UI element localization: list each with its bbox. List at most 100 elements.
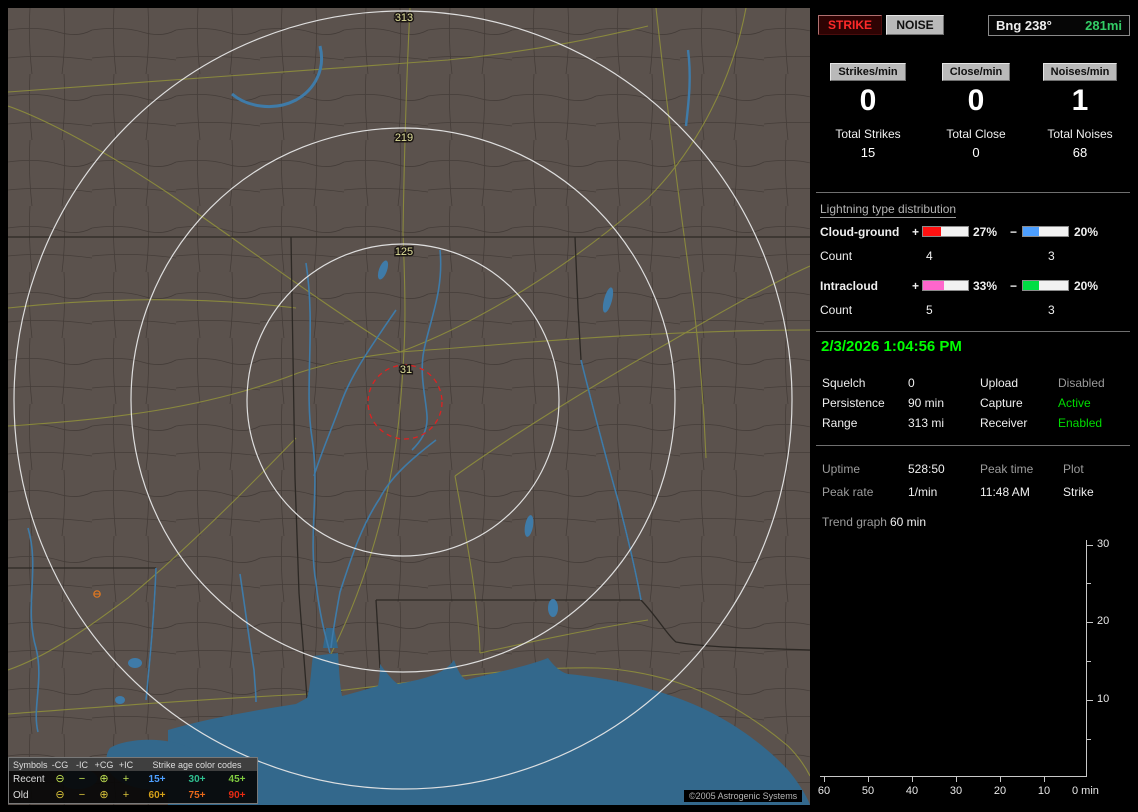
cg-minus-pct: 20% — [1074, 225, 1099, 239]
x-tick-label: 20 — [993, 785, 1007, 797]
ic-plus-pct: 33% — [973, 279, 998, 293]
minus-sign: − — [1010, 225, 1018, 239]
neg-cg-icon: ⊖ — [55, 789, 65, 801]
legend-col-neg-cg: -CG — [51, 759, 69, 770]
capture-status: Active — [1058, 396, 1091, 410]
count-label: Count — [820, 249, 853, 263]
strikes-per-min-value: 0 — [859, 84, 877, 117]
pos-cg-icon: ⊕ — [99, 773, 109, 785]
noise-mode-button[interactable]: NOISE — [886, 15, 944, 35]
peak-rate-label: Peak rate — [822, 485, 874, 499]
close-per-min-button[interactable]: Close/min — [941, 63, 1011, 81]
separator — [816, 445, 1130, 446]
upload-status: Disabled — [1058, 376, 1105, 390]
plus-sign: + — [912, 225, 920, 239]
x-tick — [956, 777, 957, 782]
cg-minus-bar — [1022, 226, 1069, 237]
legend-old-label: Old — [13, 789, 29, 801]
ic-minus-pct: 20% — [1074, 279, 1099, 293]
legend-symbols-label: Symbols — [13, 759, 48, 770]
strike-mode-button[interactable]: STRIKE — [818, 15, 882, 35]
total-close-label: Total Close — [946, 127, 1006, 141]
distribution-title: Lightning type distribution — [820, 202, 957, 218]
close-rate-column: Close/min 0 Total Close 0 — [924, 62, 1028, 160]
separator — [816, 331, 1130, 332]
neg-cg-icon: ⊖ — [55, 773, 65, 785]
map-view[interactable]: 313 219 125 31 — [7, 7, 811, 805]
cg-plus-count: 4 — [926, 249, 933, 263]
x-axis — [820, 776, 1087, 777]
capture-label: Capture — [980, 396, 1023, 410]
cg-plus-bar — [922, 226, 969, 237]
total-strikes-value: 15 — [860, 145, 876, 160]
peak-time-value: 11:48 AM — [980, 485, 1030, 499]
ic-minus-bar — [1022, 280, 1069, 291]
age-code-90: 90+ — [228, 789, 246, 801]
receiver-label: Receiver — [980, 416, 1028, 430]
squelch-label: Squelch — [822, 376, 866, 390]
trend-graph-window: 60 min — [890, 515, 927, 529]
copyright-notice: ©2005 Astrogenic Systems — [684, 790, 803, 802]
x-tick — [1044, 777, 1045, 782]
x-tick-label: 10 — [1037, 785, 1051, 797]
y-tick-minor — [1087, 583, 1091, 584]
x-tick-label: 30 — [949, 785, 963, 797]
neg-ic-icon: − — [78, 773, 86, 785]
cloud-ground-label: Cloud-ground — [820, 225, 900, 239]
cg-minus-count: 3 — [1048, 249, 1055, 263]
peak-rate-value: 1/min — [908, 485, 938, 499]
y-tick-label: 30 — [1097, 538, 1110, 550]
x-tick-label: 60 — [817, 785, 831, 797]
noises-per-min-button[interactable]: Noises/min — [1042, 63, 1118, 81]
strikes-rate-column: Strikes/min 0 Total Strikes 15 — [816, 62, 920, 160]
y-tick-label: 20 — [1097, 615, 1110, 627]
range-value: 313 mi — [908, 416, 945, 430]
legend-old-row: Old ⊖ − ⊕ + 60+ 75+ 90+ — [9, 787, 257, 803]
range-ring-label: 313 — [395, 12, 413, 24]
age-code-75: 75+ — [188, 789, 206, 801]
legend-recent-label: Recent — [13, 773, 45, 785]
range-label: Range — [822, 416, 858, 430]
y-tick — [1087, 622, 1093, 623]
total-close-value: 0 — [972, 145, 980, 160]
noises-per-min-value: 1 — [1071, 84, 1089, 117]
plot-label: Plot — [1063, 462, 1084, 476]
plus-sign: + — [912, 279, 920, 293]
x-tick-label: 40 — [905, 785, 919, 797]
uptime-value: 528:50 — [908, 462, 945, 476]
bearing-readout[interactable]: Bng 238° 281mi — [988, 15, 1130, 36]
trend-graph-label: Trend graph — [822, 515, 887, 529]
close-per-min-value: 0 — [967, 84, 985, 117]
legend-col-neg-ic: -IC — [76, 759, 88, 770]
legend-age-header: Strike age color codes — [152, 759, 242, 770]
x-tick — [824, 777, 825, 782]
x-tick — [868, 777, 869, 782]
age-code-30: 30+ — [188, 773, 206, 785]
strikes-per-min-button[interactable]: Strikes/min — [830, 63, 906, 81]
neg-ic-icon: − — [78, 789, 86, 801]
datetime-display: 2/3/2026 1:04:56 PM — [821, 338, 962, 355]
range-ring-label: 31 — [400, 364, 412, 376]
peak-time-label: Peak time — [980, 462, 1034, 476]
x-tick-label: 0 min — [1072, 785, 1099, 797]
upload-label: Upload — [980, 376, 1019, 390]
separator — [816, 192, 1130, 193]
legend-recent-row: Recent ⊖ − ⊕ + 15+ 30+ 45+ — [9, 771, 257, 787]
ic-plus-bar — [922, 280, 969, 291]
bearing-distance: 281mi — [1085, 18, 1122, 33]
minus-sign: − — [1010, 279, 1018, 293]
persistence-label: Persistence — [822, 396, 885, 410]
uptime-label: Uptime — [822, 462, 861, 476]
x-tick — [912, 777, 913, 782]
cg-plus-pct: 27% — [973, 225, 998, 239]
map-legend: Symbols -CG -IC +CG +IC Strike age color… — [8, 757, 258, 804]
receiver-status: Enabled — [1058, 416, 1103, 430]
x-tick — [1000, 777, 1001, 782]
legend-col-pos-cg: +CG — [94, 759, 114, 770]
age-code-15: 15+ — [148, 773, 166, 785]
total-noises-value: 68 — [1072, 145, 1088, 160]
y-tick — [1087, 545, 1093, 546]
map-canvas: 313 219 125 31 — [7, 7, 811, 805]
y-tick-label: 10 — [1097, 693, 1110, 705]
bearing-value: Bng 238° — [996, 18, 1052, 33]
